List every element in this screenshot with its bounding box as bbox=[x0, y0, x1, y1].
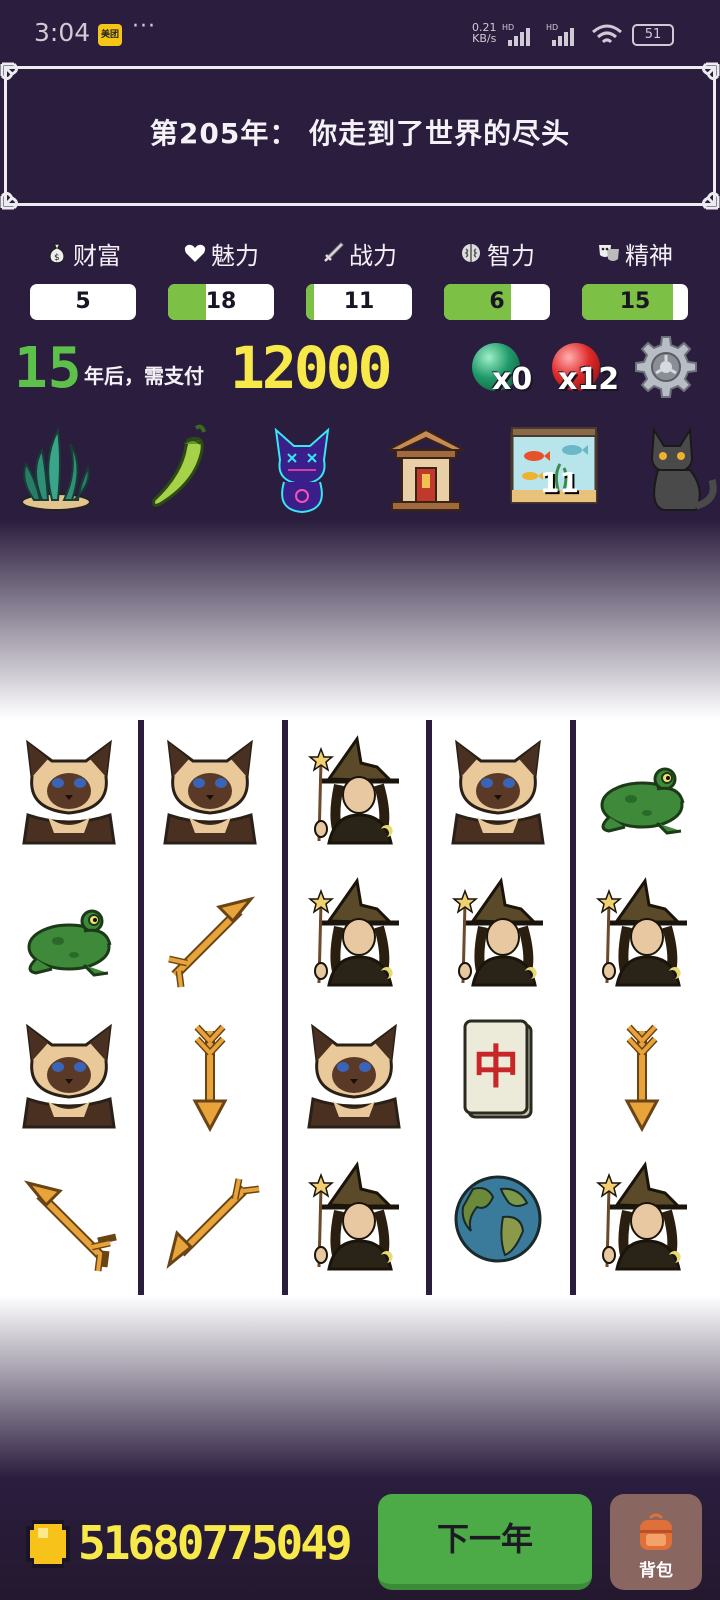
money-bag-icon: $ bbox=[49, 243, 65, 264]
stat-label: 财富 bbox=[73, 241, 121, 270]
stat-value: 5 bbox=[75, 289, 91, 314]
stat-charm: 魅力 bbox=[168, 238, 274, 270]
siamese-cat-symbol-icon bbox=[451, 739, 545, 845]
stat-value: 15 bbox=[619, 289, 651, 314]
year-banner: 第205年： 你走到了世界的尽头 bbox=[0, 62, 720, 210]
more-notifications-icon: ··· bbox=[132, 14, 156, 39]
status-bar: 3:04 美团 ··· 0.21 KB/s HD HD 51 bbox=[0, 0, 720, 62]
witch-symbol-icon bbox=[451, 877, 543, 987]
siamese-cat-symbol-icon bbox=[22, 739, 116, 845]
stat-label: 战力 bbox=[349, 241, 397, 270]
stat-wealth: $ 财富 bbox=[30, 238, 136, 270]
meituan-app-icon: 美团 bbox=[98, 24, 122, 46]
reel-divider bbox=[282, 720, 288, 1295]
cyber-cat-icon[interactable] bbox=[258, 420, 346, 516]
reel-divider bbox=[570, 720, 576, 1295]
frog-symbol-icon bbox=[600, 767, 685, 835]
page-title: 第205年： 你走到了世界的尽头 bbox=[149, 117, 571, 150]
masks-icon bbox=[599, 245, 619, 261]
ornament-corner-icon bbox=[0, 191, 19, 210]
stat-value: 18 bbox=[205, 289, 237, 314]
red-orb-count: x12 bbox=[558, 362, 620, 397]
coin-balance: 51680775049 bbox=[78, 1516, 353, 1570]
backpack-label: 背包 bbox=[639, 1561, 673, 1581]
network-speed-unit: KB/s bbox=[472, 32, 497, 45]
top-fade bbox=[0, 520, 720, 720]
arrow-down-left-symbol-icon bbox=[166, 1178, 260, 1270]
slot-board: 中 bbox=[0, 720, 720, 1295]
chili-pepper-icon[interactable] bbox=[138, 420, 226, 516]
coin-icon bbox=[26, 1520, 70, 1568]
settings-gear-icon[interactable] bbox=[632, 333, 700, 401]
ornament-corner-icon bbox=[701, 191, 720, 210]
brain-icon bbox=[462, 244, 480, 262]
witch-symbol-icon bbox=[595, 1161, 687, 1271]
signal-icon-2: HD bbox=[546, 23, 574, 46]
payment-text: 年后，需支付 bbox=[84, 364, 204, 388]
reel-divider bbox=[426, 720, 432, 1295]
stat-value: 11 bbox=[343, 289, 375, 314]
stat-value-box: 5 bbox=[30, 284, 136, 320]
ornament-corner-icon bbox=[701, 62, 720, 81]
ornament-corner-icon bbox=[0, 62, 19, 81]
item-row bbox=[0, 420, 720, 520]
reel-divider bbox=[138, 720, 144, 1295]
arrow-up-right-symbol-icon bbox=[168, 896, 256, 988]
witch-symbol-icon bbox=[307, 1161, 399, 1271]
seaweed-icon[interactable] bbox=[12, 420, 100, 516]
stat-value-box: 11 bbox=[306, 284, 412, 320]
green-orb-count: x0 bbox=[492, 362, 533, 397]
witch-symbol-icon bbox=[595, 877, 687, 987]
arrow-down-symbol-icon bbox=[192, 1024, 228, 1133]
status-time: 3:04 bbox=[34, 18, 91, 47]
stat-value: 6 bbox=[489, 289, 505, 314]
mahjong-zhong-symbol-icon: 中 bbox=[463, 1019, 533, 1119]
siamese-cat-symbol-icon bbox=[22, 1023, 116, 1129]
stat-intelligence: 智力 bbox=[444, 238, 550, 270]
arrow-down-symbol-icon bbox=[624, 1024, 660, 1133]
arrow-up-left-symbol-icon bbox=[23, 1180, 117, 1272]
witch-symbol-icon bbox=[307, 877, 399, 987]
stat-value-box: 6 bbox=[444, 284, 550, 320]
signal-icon: HD bbox=[502, 23, 530, 46]
black-cat-icon[interactable] bbox=[634, 420, 720, 516]
svg-text:$: $ bbox=[54, 253, 60, 263]
stat-label: 魅力 bbox=[211, 241, 259, 270]
heart-icon bbox=[184, 244, 206, 262]
stat-value-box: 18 bbox=[168, 284, 274, 320]
stat-label: 精神 bbox=[625, 241, 673, 270]
siamese-cat-symbol-icon bbox=[307, 1023, 401, 1129]
fish-tank-count: 11 bbox=[540, 466, 579, 499]
mahjong-char: 中 bbox=[473, 1040, 519, 1094]
backpack-icon bbox=[640, 1513, 672, 1550]
stat-combat: 战力 bbox=[306, 238, 412, 270]
stat-spirit: 精神 bbox=[582, 238, 688, 270]
next-year-button[interactable]: 下一年 bbox=[378, 1494, 592, 1590]
earth-symbol-icon bbox=[454, 1175, 542, 1263]
backpack-button[interactable]: 背包 bbox=[610, 1494, 702, 1590]
wifi-icon bbox=[592, 24, 622, 44]
sword-icon bbox=[324, 242, 344, 262]
stat-value-box: 15 bbox=[582, 284, 688, 320]
frog-symbol-icon bbox=[27, 909, 112, 977]
payment-amount: 12000 bbox=[230, 334, 393, 402]
years-until-payment: 15 bbox=[14, 336, 82, 401]
witch-symbol-icon bbox=[307, 735, 399, 845]
svg-text:HD: HD bbox=[502, 23, 514, 32]
shrine-icon[interactable] bbox=[382, 420, 470, 516]
stat-label: 智力 bbox=[487, 241, 535, 270]
battery-icon: 51 bbox=[632, 24, 674, 46]
siamese-cat-symbol-icon bbox=[163, 739, 257, 845]
network-speed: 0.21 KB/s bbox=[472, 22, 497, 44]
svg-text:HD: HD bbox=[546, 23, 558, 32]
